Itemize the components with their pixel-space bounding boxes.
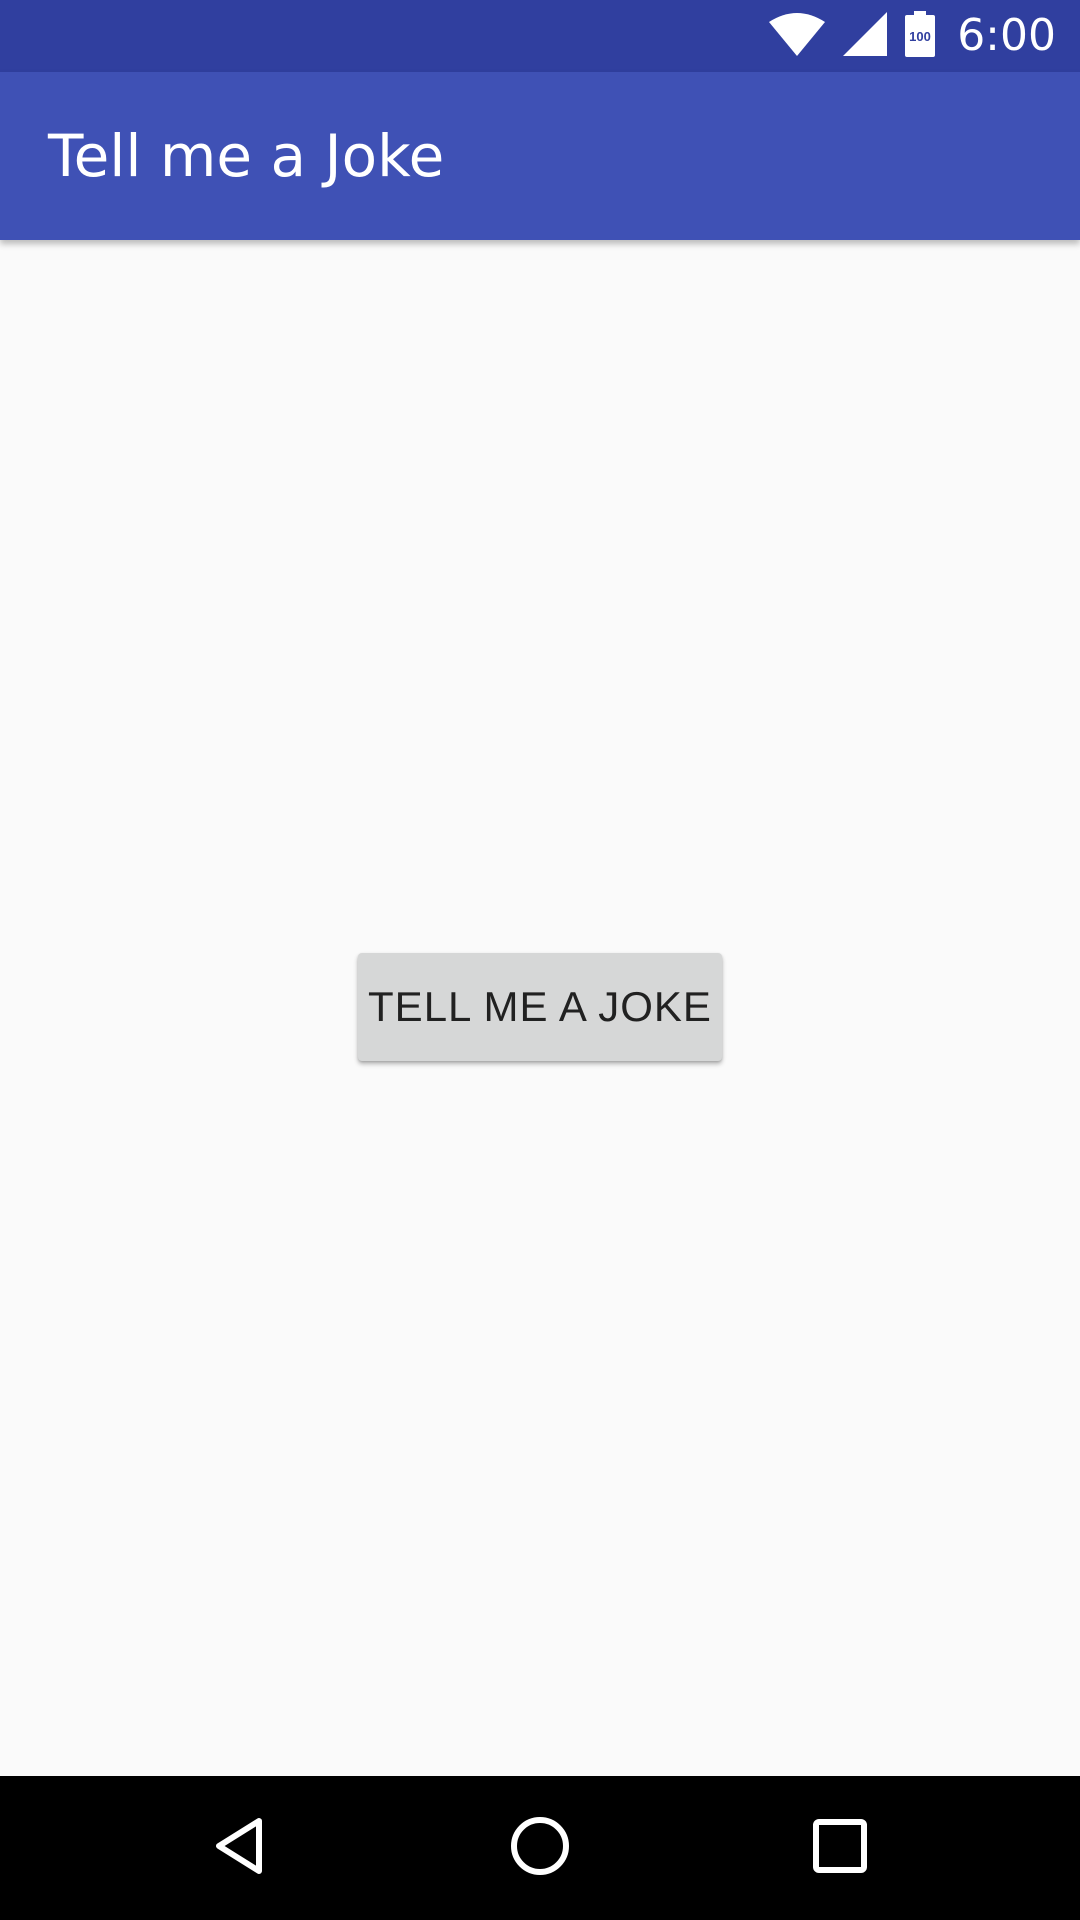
home-button[interactable] (495, 1803, 585, 1893)
back-icon (210, 1815, 270, 1881)
main-content: TELL ME A JOKE (0, 240, 1080, 1776)
app-bar: Tell me a Joke (0, 72, 1080, 240)
status-bar: 100 6:00 (0, 0, 1080, 72)
cellular-signal-icon (843, 12, 888, 60)
back-button[interactable] (195, 1803, 285, 1893)
recents-icon (812, 1818, 868, 1878)
screen: 100 6:00 Tell me a Joke TELL ME A JOKE (0, 0, 1080, 1920)
recents-button[interactable] (795, 1803, 885, 1893)
battery-level-text: 100 (909, 29, 931, 44)
status-time: 6:00 (957, 10, 1056, 61)
battery-icon: 100 (905, 11, 936, 61)
wifi-icon (769, 12, 826, 60)
tell-joke-button[interactable]: TELL ME A JOKE (358, 953, 722, 1061)
app-title: Tell me a Joke (48, 122, 445, 190)
navigation-bar (0, 1776, 1080, 1920)
home-icon (509, 1815, 571, 1881)
status-icons: 100 6:00 (769, 0, 1056, 72)
